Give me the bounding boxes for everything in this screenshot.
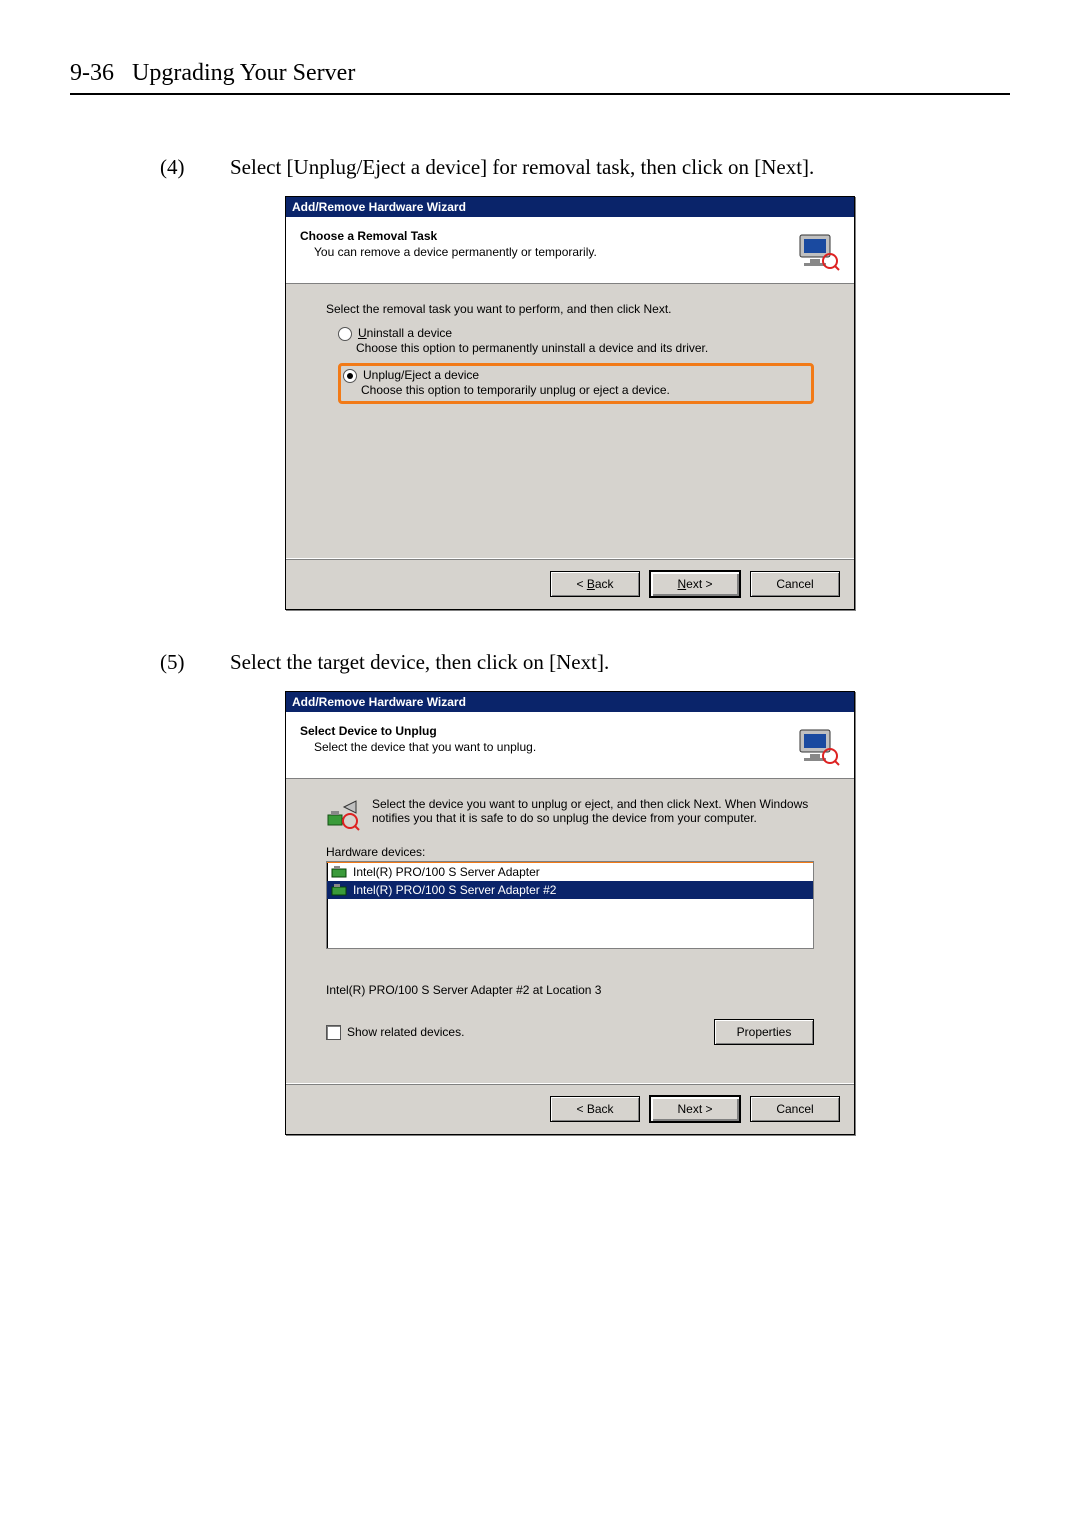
cancel-button[interactable]: Cancel <box>750 1096 840 1122</box>
option-uninstall-label: Uninstall a device <box>358 326 452 340</box>
wizard-footer: < Back Next > Cancel <box>286 1083 854 1134</box>
nic-icon <box>331 882 347 898</box>
radio-unplug-eject[interactable] <box>343 369 357 383</box>
back-button[interactable]: < Back <box>550 571 640 597</box>
page: 9-36 Upgrading Your Server (4) Select [U… <box>0 0 1080 1526</box>
hardware-icon <box>796 229 840 273</box>
next-button[interactable]: Next > <box>650 1096 740 1122</box>
wizard-content: Select the device you want to unplug or … <box>286 779 854 1083</box>
step-text: Select the target device, then click on … <box>230 650 980 675</box>
wizard-select-device-unplug: Add/Remove Hardware Wizard Select Device… <box>285 691 855 1135</box>
option-uninstall-desc: Choose this option to permanently uninst… <box>356 341 814 355</box>
option-unplug-eject-desc: Choose this option to temporarily unplug… <box>361 383 805 397</box>
unplug-icon <box>326 797 360 831</box>
step-text: Select [Unplug/Eject a device] for remov… <box>230 155 980 180</box>
step-number: (5) <box>160 650 210 675</box>
option-unplug-eject[interactable]: Unplug/Eject a device Choose this option… <box>338 363 814 404</box>
wizard-instruction: Select the device you want to unplug or … <box>326 797 814 831</box>
wizard-content: Select the removal task you want to perf… <box>286 284 854 558</box>
option-uninstall[interactable]: Uninstall a device Choose this option to… <box>338 326 814 355</box>
wizard-footer: < Back Next > Cancel <box>286 558 854 609</box>
option-unplug-eject-label: Unplug/Eject a device <box>363 368 479 382</box>
step-number: (4) <box>160 155 210 180</box>
wizard-heading: Choose a Removal Task <box>300 229 796 243</box>
page-body: (4) Select [Unplug/Eject a device] for r… <box>70 155 1010 1135</box>
device-item-2-selected[interactable]: Intel(R) PRO/100 S Server Adapter #2 <box>327 881 813 899</box>
content-footer-row: Show related devices. Properties <box>326 1019 814 1045</box>
next-button[interactable]: Next > <box>650 571 740 597</box>
wizard-instruction-text: Select the device you want to unplug or … <box>372 797 814 825</box>
wizard-header: Select Device to Unplug Select the devic… <box>286 712 854 779</box>
step-4: (4) Select [Unplug/Eject a device] for r… <box>160 155 980 180</box>
radio-uninstall[interactable] <box>338 327 352 341</box>
wizard-header: Choose a Removal Task You can remove a d… <box>286 217 854 284</box>
cancel-button[interactable]: Cancel <box>750 571 840 597</box>
device-location-text: Intel(R) PRO/100 S Server Adapter #2 at … <box>326 983 814 997</box>
nic-icon <box>331 864 347 880</box>
wizard-intro: Select the removal task you want to perf… <box>326 302 814 316</box>
wizard-heading: Select Device to Unplug <box>300 724 796 738</box>
show-related-label: Show related devices. <box>347 1025 464 1039</box>
hardware-devices-label: Hardware devices: <box>326 845 814 859</box>
show-related-checkbox[interactable]: Show related devices. <box>326 1025 464 1040</box>
device-item-label: Intel(R) PRO/100 S Server Adapter <box>353 865 540 879</box>
back-button[interactable]: < Back <box>550 1096 640 1122</box>
wizard-titlebar: Add/Remove Hardware Wizard <box>286 692 854 712</box>
wizard-subheading: Select the device that you want to unplu… <box>300 740 796 754</box>
page-title: Upgrading Your Server <box>132 60 355 87</box>
device-list[interactable]: Intel(R) PRO/100 S Server Adapter Intel(… <box>326 861 814 949</box>
device-item-1[interactable]: Intel(R) PRO/100 S Server Adapter <box>327 863 813 881</box>
wizard-titlebar: Add/Remove Hardware Wizard <box>286 197 854 217</box>
checkbox-icon[interactable] <box>326 1025 341 1040</box>
wizard-choose-removal-task: Add/Remove Hardware Wizard Choose a Remo… <box>285 196 855 610</box>
step-5: (5) Select the target device, then click… <box>160 650 980 675</box>
device-item-label: Intel(R) PRO/100 S Server Adapter #2 <box>353 883 556 897</box>
page-number: 9-36 <box>70 60 114 87</box>
wizard-subheading: You can remove a device permanently or t… <box>300 245 796 259</box>
properties-button[interactable]: Properties <box>714 1019 814 1045</box>
hardware-icon <box>796 724 840 768</box>
page-header: 9-36 Upgrading Your Server <box>70 60 1010 95</box>
